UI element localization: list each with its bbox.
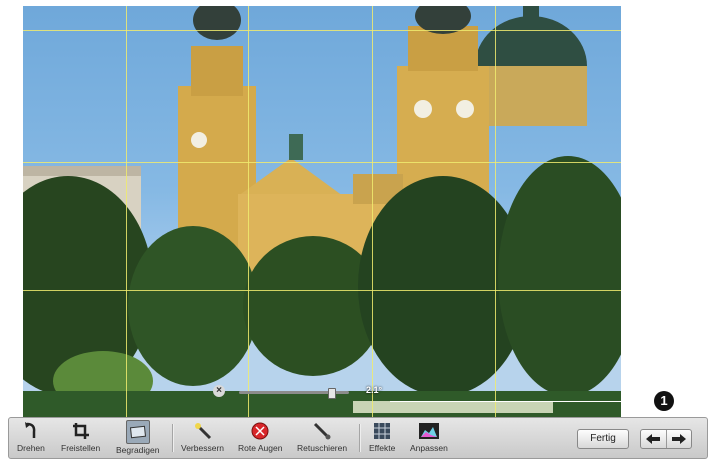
tool-adjust[interactable]: Anpassen [410,420,448,453]
callout-line [390,401,652,402]
tool-label: Begradigen [116,445,160,455]
tool-label: Effekte [369,443,396,453]
rotate-icon [20,420,42,442]
red-eye-icon [249,420,271,442]
church-photo [23,6,621,419]
grid-line [23,30,621,31]
brush-icon [311,420,333,442]
arrow-right-icon [671,434,686,444]
tool-label: Drehen [17,443,45,453]
tool-label: Freistellen [61,443,101,453]
tool-label: Verbessern [181,443,224,453]
tool-rotate[interactable]: Drehen [17,420,45,453]
tool-crop[interactable]: Freistellen [61,420,100,453]
previous-photo-button[interactable] [641,430,666,448]
grid-line [495,6,496,419]
tool-straighten[interactable]: Begradigen [116,420,159,455]
close-straighten-icon[interactable]: × [213,385,225,397]
tool-enhance[interactable]: Verbessern [181,420,224,453]
photo-canvas[interactable] [23,6,621,419]
angle-value: 2.1° [366,385,383,395]
tool-label: Anpassen [410,443,448,453]
adjust-histogram-icon [418,420,440,442]
tool-retouch[interactable]: Retuschieren [297,420,347,453]
done-button[interactable]: Fertig [577,429,629,449]
grid-line [372,6,373,419]
edit-toolbar: Drehen Freistellen Begradigen Verbessern… [8,417,708,459]
straighten-controls: × 2.1° [213,382,401,402]
next-photo-button[interactable] [665,430,692,448]
tool-effects[interactable]: Effekte [369,420,395,453]
tool-label: Retuschieren [297,443,348,453]
crop-icon [70,420,92,442]
callout-badge: 1 [654,391,674,411]
angle-slider[interactable] [239,388,349,399]
angle-slider-knob[interactable] [328,388,336,399]
grid-line [23,290,621,291]
grid-line [248,6,249,419]
magic-wand-icon [192,420,214,442]
grid-line [126,6,127,419]
nav-arrows [640,429,692,449]
toolbar-divider [359,424,361,452]
effects-grid-icon [371,420,393,442]
toolbar-divider [172,424,174,452]
straighten-icon [125,420,150,444]
arrow-left-icon [646,434,661,444]
tool-red-eye[interactable]: Rote Augen [238,420,282,453]
tool-label: Rote Augen [238,443,283,453]
grid-line [23,162,621,163]
